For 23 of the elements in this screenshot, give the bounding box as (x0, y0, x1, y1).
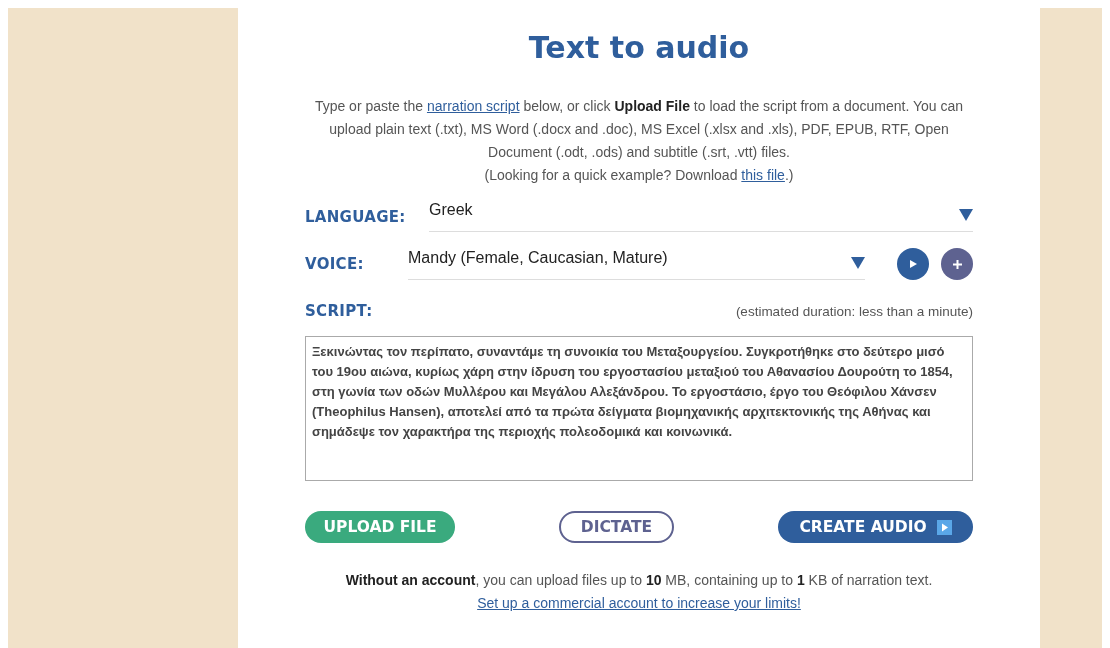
link[interactable]: narration script (426, 98, 520, 114)
add-button[interactable] (941, 248, 973, 280)
plus-icon (952, 259, 962, 269)
duration-text: (estimated duration: less than a minute) (735, 304, 973, 319)
dropdown-arrow-icon (959, 209, 973, 221)
dropdown-field[interactable]: Greek (429, 201, 973, 232)
dropdown-arrow-icon (851, 256, 865, 269)
link[interactable]: this file (741, 167, 785, 183)
page-title: Text to audio (527, 30, 751, 65)
play-icon (909, 260, 917, 268)
dictate-button[interactable]: DICTATE (559, 511, 674, 543)
play-button[interactable] (897, 248, 929, 280)
field-label: SCRIPT: (305, 302, 373, 320)
field-label: LANGUAGE: (305, 207, 407, 226)
limits-text: Without an account, you can upload files up to 10 MB, containing up to 1 KB of narration text. (344, 571, 934, 590)
play-icon (936, 519, 952, 535)
create-button[interactable]: CREATE AUDIO (778, 511, 973, 543)
intro-text: Type or paste the narration script below, or click Upload File to load the script from a document. You can upload plain text (.txt), MS Word (.docx and .doc), MS Excel (.xlsx and .xls), PDF, EPUB, RTF, Open Document (.odt, .ods) and subtitle (.srt, .vtt) files. (313, 97, 965, 162)
dropdown-field[interactable]: Mandy (Female, Caucasian, Mature) (408, 248, 865, 280)
script-field[interactable]: Ξεκινώντας τον περίπατο, συναντάμε τη συνοικία του Μεταξουργείου. Συγκροτήθηκε στο δεύτερο μισό του 19ου αιώνα, κυρίως χάρη στην ίδρυση του εργοστασίου μεταξιού του Αθανασίου Δουρούτη το 1854, στη γωνία των οδών Μυλλέρου και Μεγάλου Αλεξάνδρου. Το εργοστάσιο, έργο του Θεόφιλου Χάνσεν (Theophilus Hansen), αποτελεί από τα πρώτα δείγματα βιομηχανικής αρχιτεκτονικής της Αθήνας και σημάδεψε τον χαρακτήρα της περιοχής πολεοδομικά και κοινωνικά. (305, 336, 973, 481)
upgrade-link[interactable]: Set up a commercial account to increase your limits! (477, 595, 801, 611)
example-text: (Looking for a quick example? Download this file.) (483, 166, 795, 185)
field-label: VOICE: (305, 255, 365, 273)
